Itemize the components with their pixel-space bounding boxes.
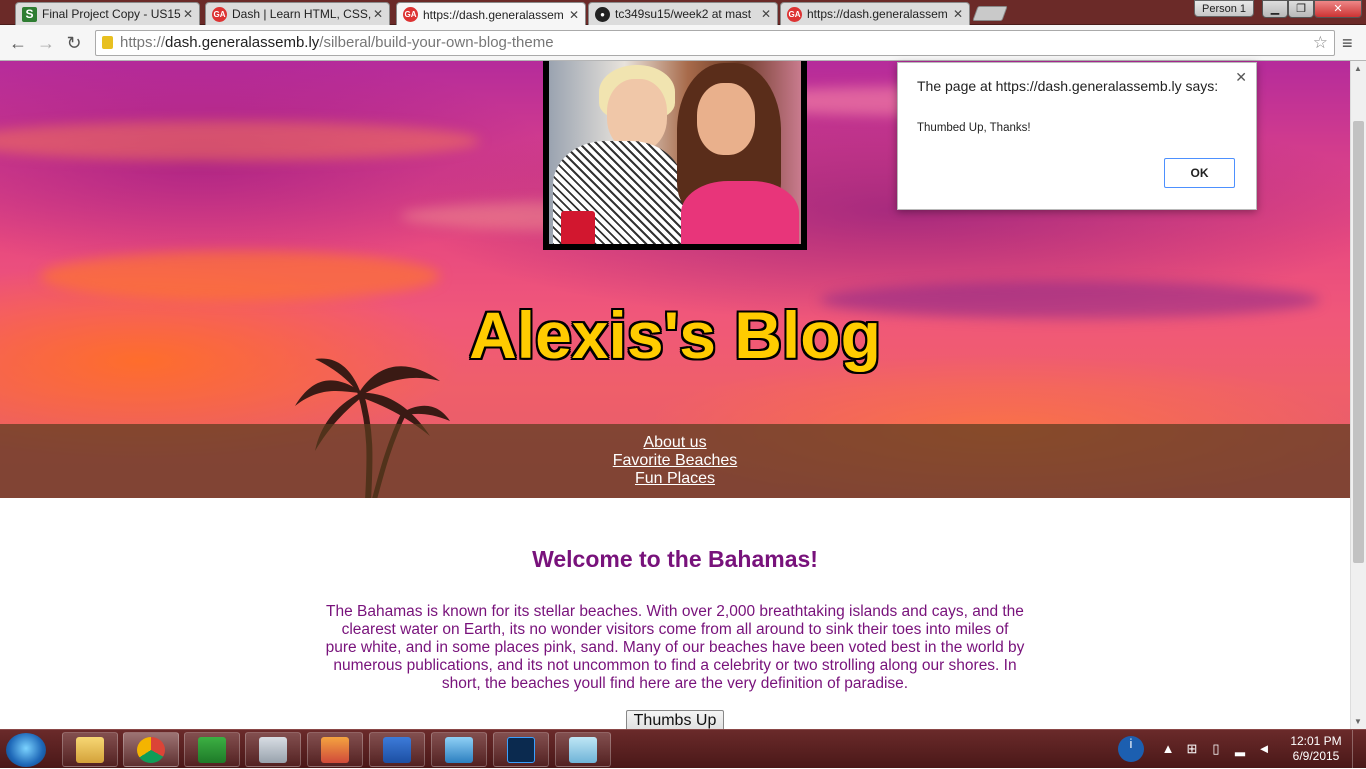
taskbar-photoshop[interactable] <box>493 732 549 767</box>
alert-title: The page at https://dash.generalassemb.l… <box>917 78 1219 94</box>
nav-link-about[interactable]: About us <box>0 434 1350 452</box>
show-hidden-icon[interactable]: ▲ <box>1160 741 1176 757</box>
taskbar-calculator[interactable] <box>245 732 301 767</box>
close-icon[interactable]: ✕ <box>371 7 385 21</box>
taskbar-chrome[interactable] <box>123 732 179 767</box>
taskbar-paint[interactable] <box>307 732 363 767</box>
clock-date: 6/9/2015 <box>1292 749 1340 763</box>
nav-link-fun-places[interactable]: Fun Places <box>0 470 1350 488</box>
main-content: Welcome to the Bahamas! The Bahamas is k… <box>0 498 1350 729</box>
tab-github[interactable]: ● tc349su15/week2 at mast ✕ <box>588 2 778 25</box>
close-icon[interactable]: ✕ <box>759 7 773 21</box>
close-icon[interactable]: ✕ <box>1235 69 1247 86</box>
tab-title: Dash | Learn HTML, CSS, J <box>232 7 371 21</box>
hp-icon <box>198 736 226 763</box>
tab-active-blog[interactable]: GA https://dash.generalassem ✕ <box>396 2 586 26</box>
ok-button[interactable]: OK <box>1164 158 1235 188</box>
taskbar-hp[interactable] <box>184 732 240 767</box>
tab-dash-2[interactable]: GA https://dash.generalassem ✕ <box>780 2 970 25</box>
tab-dash-learn[interactable]: GA Dash | Learn HTML, CSS, J ✕ <box>205 2 390 25</box>
system-clock[interactable]: 12:01 PM 6/9/2015 <box>1286 734 1346 764</box>
windows-flag-icon[interactable]: ⊞ <box>1184 741 1200 757</box>
start-button[interactable] <box>6 733 46 767</box>
volume-muted-icon[interactable]: ◄ <box>1256 741 1272 757</box>
profile-button[interactable]: Person 1 <box>1194 0 1254 17</box>
sky-streak <box>40 251 440 301</box>
explorer-icon <box>76 736 104 763</box>
taskbar-photo-viewer[interactable] <box>431 732 487 767</box>
reload-icon[interactable]: ↻ <box>63 32 85 54</box>
nav-link-favorite-beaches[interactable]: Favorite Beaches <box>0 452 1350 470</box>
ga-icon: GA <box>212 6 227 22</box>
browser-tab-strip: S Final Project Copy - US15 ✕ GA Dash | … <box>0 0 1366 26</box>
url-host: dash.generalassemb.ly <box>165 34 320 51</box>
photo-detail <box>697 83 755 155</box>
ga-icon: GA <box>787 6 802 22</box>
scroll-thumb[interactable] <box>1353 121 1364 563</box>
sheets-icon: S <box>22 6 37 22</box>
github-icon: ● <box>595 6 610 22</box>
blog-nav: About us Favorite Beaches Fun Places <box>0 424 1350 498</box>
thumbs-up-button[interactable]: Thumbs Up <box>625 710 725 729</box>
taskbar-explorer[interactable] <box>62 732 118 767</box>
photo-detail <box>681 181 799 244</box>
photo-viewer-icon <box>445 736 473 763</box>
page-scrollbar[interactable]: ▲ ▼ <box>1350 61 1366 729</box>
close-icon[interactable]: ✕ <box>181 7 195 21</box>
close-icon[interactable]: ✕ <box>567 8 581 22</box>
profile-photo <box>543 61 807 250</box>
close-icon[interactable]: ✕ <box>951 7 965 21</box>
network-icon[interactable]: ▂ <box>1232 741 1248 757</box>
tab-title: https://dash.generalassem <box>423 7 564 22</box>
tab-final-project[interactable]: S Final Project Copy - US15 ✕ <box>15 2 200 25</box>
tab-title: Final Project Copy - US15 <box>42 7 181 21</box>
new-tab-button[interactable] <box>972 6 1008 21</box>
js-alert-dialog: The page at https://dash.generalassemb.l… <box>897 62 1257 210</box>
word-icon <box>383 736 411 763</box>
photo-detail <box>561 211 595 244</box>
forward-icon[interactable]: → <box>35 32 57 54</box>
maximize-button[interactable]: ❐ <box>1288 0 1314 18</box>
photoshop-icon <box>507 736 535 763</box>
show-desktop-button[interactable] <box>1352 730 1366 769</box>
url-bar[interactable]: https://dash.generalassemb.ly/silberal/b… <box>95 30 1335 56</box>
scroll-up-icon[interactable]: ▲ <box>1354 64 1362 73</box>
url-path: /silberal/build-your-own-blog-theme <box>319 34 554 51</box>
taskbar-word[interactable] <box>369 732 425 767</box>
info-icon[interactable]: i <box>1118 736 1144 762</box>
taskbar-notepad[interactable] <box>555 732 611 767</box>
sky-streak <box>0 121 480 161</box>
paint-icon <box>321 736 349 763</box>
tab-title: https://dash.generalassem <box>807 7 948 21</box>
photo-image <box>549 61 801 244</box>
url-scheme: https:// <box>120 34 166 51</box>
calculator-icon <box>259 736 287 763</box>
windows-taskbar: i ▲ ⊞ ▯ ▂ ◄ 12:01 PM 6/9/2015 <box>0 729 1366 769</box>
browser-toolbar: ← → ↻ https://dash.generalassemb.ly/silb… <box>0 25 1366 61</box>
blog-title: Alexis's Blog <box>469 298 881 372</box>
ga-icon: GA <box>403 7 418 22</box>
back-icon[interactable]: ← <box>7 32 29 54</box>
clock-time: 12:01 PM <box>1290 734 1342 748</box>
alert-message: Thumbed Up, Thanks! <box>917 122 1031 134</box>
bookmark-star-icon[interactable]: ☆ <box>1313 31 1328 55</box>
minimize-button[interactable]: ▁ <box>1262 0 1288 18</box>
notepad-icon <box>569 736 597 763</box>
window-close-button[interactable]: ✕ <box>1314 0 1362 18</box>
system-tray: i ▲ ⊞ ▯ ▂ ◄ <box>1118 732 1288 767</box>
chrome-icon <box>137 736 165 763</box>
lock-icon <box>102 36 113 49</box>
post-heading: Welcome to the Bahamas! <box>532 546 818 572</box>
tab-title: tc349su15/week2 at mast <box>615 7 752 21</box>
menu-icon[interactable]: ≡ <box>1342 33 1353 54</box>
device-icon[interactable]: ▯ <box>1208 741 1224 757</box>
post-body: The Bahamas is known for its stellar bea… <box>325 603 1025 692</box>
scroll-down-icon[interactable]: ▼ <box>1354 717 1362 726</box>
